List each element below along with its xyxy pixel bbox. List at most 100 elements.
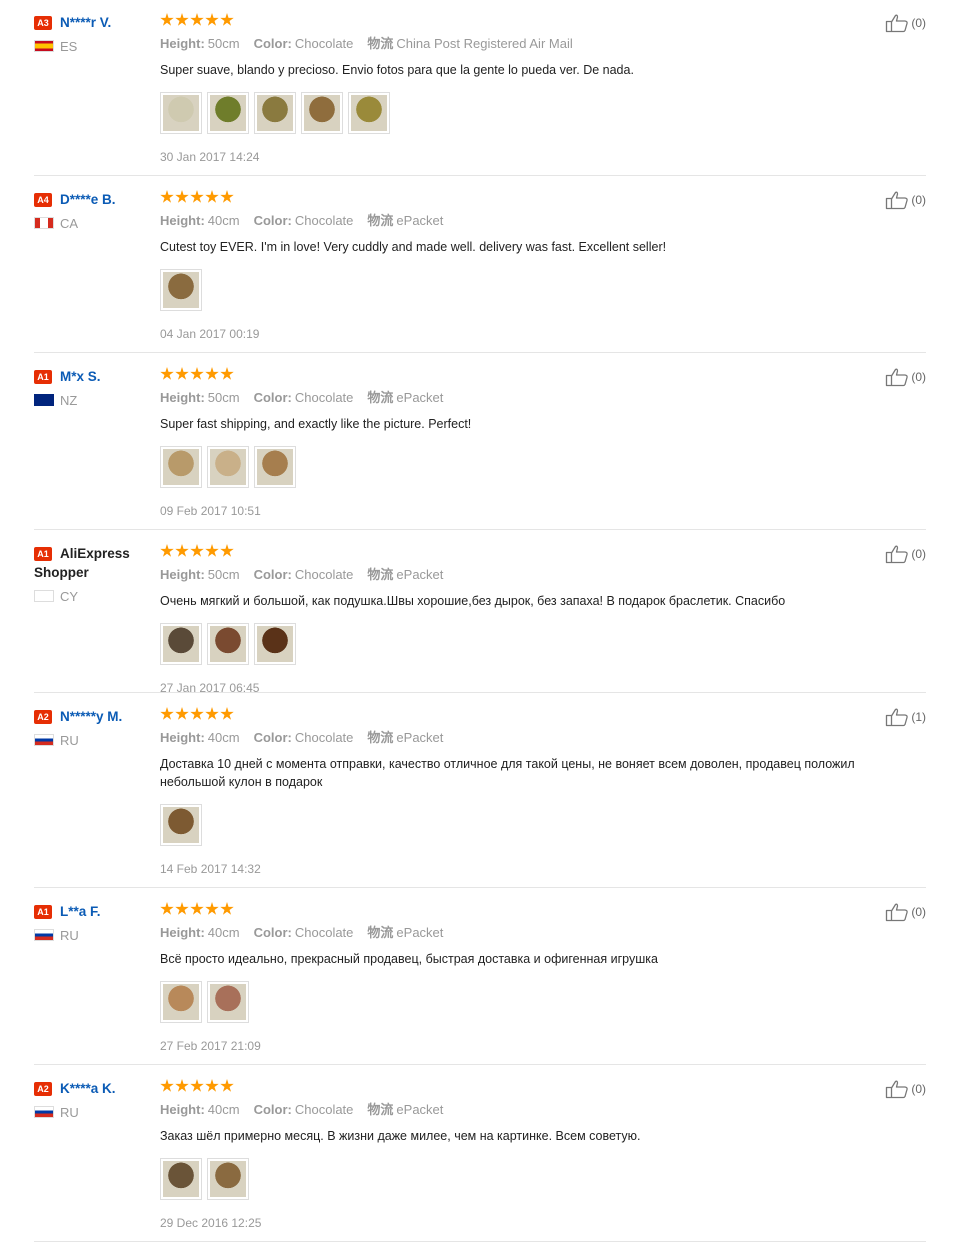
reviewer-info: A2 N*****y M. RU	[34, 707, 154, 749]
review-photo-thumbnail[interactable]	[207, 92, 249, 134]
color-attribute: Color: Chocolate	[254, 390, 354, 405]
star-icon	[175, 544, 189, 557]
reviewer-name[interactable]: D****e B.	[60, 192, 116, 207]
shipping-value: ePacket	[396, 1102, 444, 1117]
photo-image	[304, 95, 340, 131]
order-info: Height: 50cm Color: Chocolate 物流 ePacket	[160, 567, 920, 583]
review-photo-thumbnail[interactable]	[348, 92, 390, 134]
review-item: A2 N*****y M. RU Height: 40cm Color: Chocolate…	[34, 707, 926, 888]
review-photo-thumbnail[interactable]	[160, 981, 202, 1023]
shipping-attribute: 物流 ePacket	[367, 213, 443, 228]
review-date: 09 Feb 2017 10:51	[160, 504, 261, 518]
review-photo-thumbnail[interactable]	[160, 623, 202, 665]
helpful-button[interactable]: (0)	[885, 902, 926, 922]
photo-image	[257, 95, 293, 131]
review-photo-thumbnail[interactable]	[160, 1158, 202, 1200]
review-photos	[160, 269, 920, 311]
review-text: Super suave, blando y precioso. Envio fo…	[160, 63, 634, 77]
review-text: Доставка 10 дней с момента отправки, кач…	[160, 757, 855, 789]
review-photo-thumbnail[interactable]	[301, 92, 343, 134]
reviewer-info: A2 K****a K. RU	[34, 1079, 154, 1121]
color-attribute: Color: Chocolate	[254, 36, 354, 51]
review-photo-thumbnail[interactable]	[207, 1158, 249, 1200]
star-icon	[175, 902, 189, 915]
review-photo-thumbnail[interactable]	[160, 804, 202, 846]
star-icon	[190, 902, 204, 915]
helpful-button[interactable]: (0)	[885, 13, 926, 33]
star-icon	[160, 13, 174, 26]
review-photo-thumbnail[interactable]	[160, 269, 202, 311]
review-item: A3 N****r V. ES Height: 50cm Color: Chocolate 物…	[34, 13, 926, 176]
color-value: Chocolate	[294, 36, 354, 51]
star-rating	[160, 544, 920, 560]
review-date: 27 Feb 2017 21:09	[160, 1039, 261, 1053]
star-icon	[160, 544, 174, 557]
height-attribute: Height: 40cm	[160, 730, 240, 745]
color-label: Color:	[253, 213, 292, 228]
order-info: Height: 40cm Color: Chocolate 物流 ePacket	[160, 1102, 920, 1118]
reviewer-line: A2 K****a K.	[34, 1079, 154, 1098]
color-value: Chocolate	[294, 567, 354, 582]
reviewer-name[interactable]: N****r V.	[60, 15, 111, 30]
helpful-button[interactable]: (0)	[885, 544, 926, 564]
height-label: Height:	[160, 730, 205, 745]
review-photo-thumbnail[interactable]	[207, 981, 249, 1023]
reviewer-name[interactable]: M*x S.	[60, 369, 101, 384]
color-attribute: Color: Chocolate	[254, 1102, 354, 1117]
height-value: 40cm	[207, 730, 240, 745]
country-code: NZ	[60, 393, 78, 408]
reviewer-name[interactable]: N*****y M.	[60, 709, 122, 724]
review-text: Заказ шёл примерно месяц. В жизни даже м…	[160, 1129, 641, 1143]
helpful-button[interactable]: (0)	[885, 367, 926, 387]
star-icon	[190, 367, 204, 380]
star-rating	[160, 902, 920, 918]
star-rating	[160, 190, 920, 206]
reviewer-info: A1 L**a F. RU	[34, 902, 154, 944]
buyer-level-badge: A3	[34, 16, 52, 30]
reviewer-line: A4 D****e B.	[34, 190, 154, 209]
photo-image	[210, 449, 246, 485]
country-code: RU	[60, 733, 79, 748]
review-photo-thumbnail[interactable]	[254, 92, 296, 134]
country-code: RU	[60, 928, 79, 943]
review-body: Height: 40cm Color: Chocolate 物流 ePacket Заказ…	[160, 1079, 920, 1231]
height-value: 50cm	[207, 390, 240, 405]
review-photo-thumbnail[interactable]	[254, 446, 296, 488]
height-attribute: Height: 50cm	[160, 567, 240, 582]
helpful-button[interactable]: (0)	[885, 190, 926, 210]
review-photo-thumbnail[interactable]	[254, 623, 296, 665]
order-info: Height: 40cm Color: Chocolate 物流 ePacket	[160, 730, 920, 746]
color-value: Chocolate	[294, 1102, 354, 1117]
photo-image	[257, 626, 293, 662]
buyer-level-badge: A4	[34, 193, 52, 207]
color-value: Chocolate	[294, 925, 354, 940]
photo-image	[210, 95, 246, 131]
review-photo-thumbnail[interactable]	[207, 623, 249, 665]
reviewer-name[interactable]: L**a F.	[60, 904, 101, 919]
russia-flag	[34, 929, 54, 941]
height-value: 50cm	[207, 36, 240, 51]
reviewer-info: A1 AliExpress Shopper CY	[34, 544, 154, 605]
helpful-button[interactable]: (0)	[885, 1079, 926, 1099]
reviewer-name[interactable]: K****a K.	[60, 1081, 116, 1096]
height-label: Height:	[160, 213, 205, 228]
review-photo-thumbnail[interactable]	[160, 446, 202, 488]
review-date: 14 Feb 2017 14:32	[160, 862, 261, 876]
shipping-label: 物流	[367, 730, 394, 745]
review-photo-thumbnail[interactable]	[160, 92, 202, 134]
star-icon	[190, 1079, 204, 1092]
review-body: Height: 40cm Color: Chocolate 物流 ePacket Cutes…	[160, 190, 920, 342]
review-photo-thumbnail[interactable]	[207, 446, 249, 488]
helpful-count: (0)	[911, 1082, 926, 1096]
photo-image	[163, 95, 199, 131]
star-icon	[205, 1079, 219, 1092]
star-icon	[190, 544, 204, 557]
star-icon	[220, 544, 234, 557]
reviewer-country: ES	[34, 39, 154, 55]
helpful-count: (1)	[911, 710, 926, 724]
helpful-button[interactable]: (1)	[885, 707, 926, 727]
star-icon	[205, 13, 219, 26]
height-label: Height:	[160, 390, 205, 405]
shipping-attribute: 物流 ePacket	[367, 925, 443, 940]
photo-image	[210, 984, 246, 1020]
